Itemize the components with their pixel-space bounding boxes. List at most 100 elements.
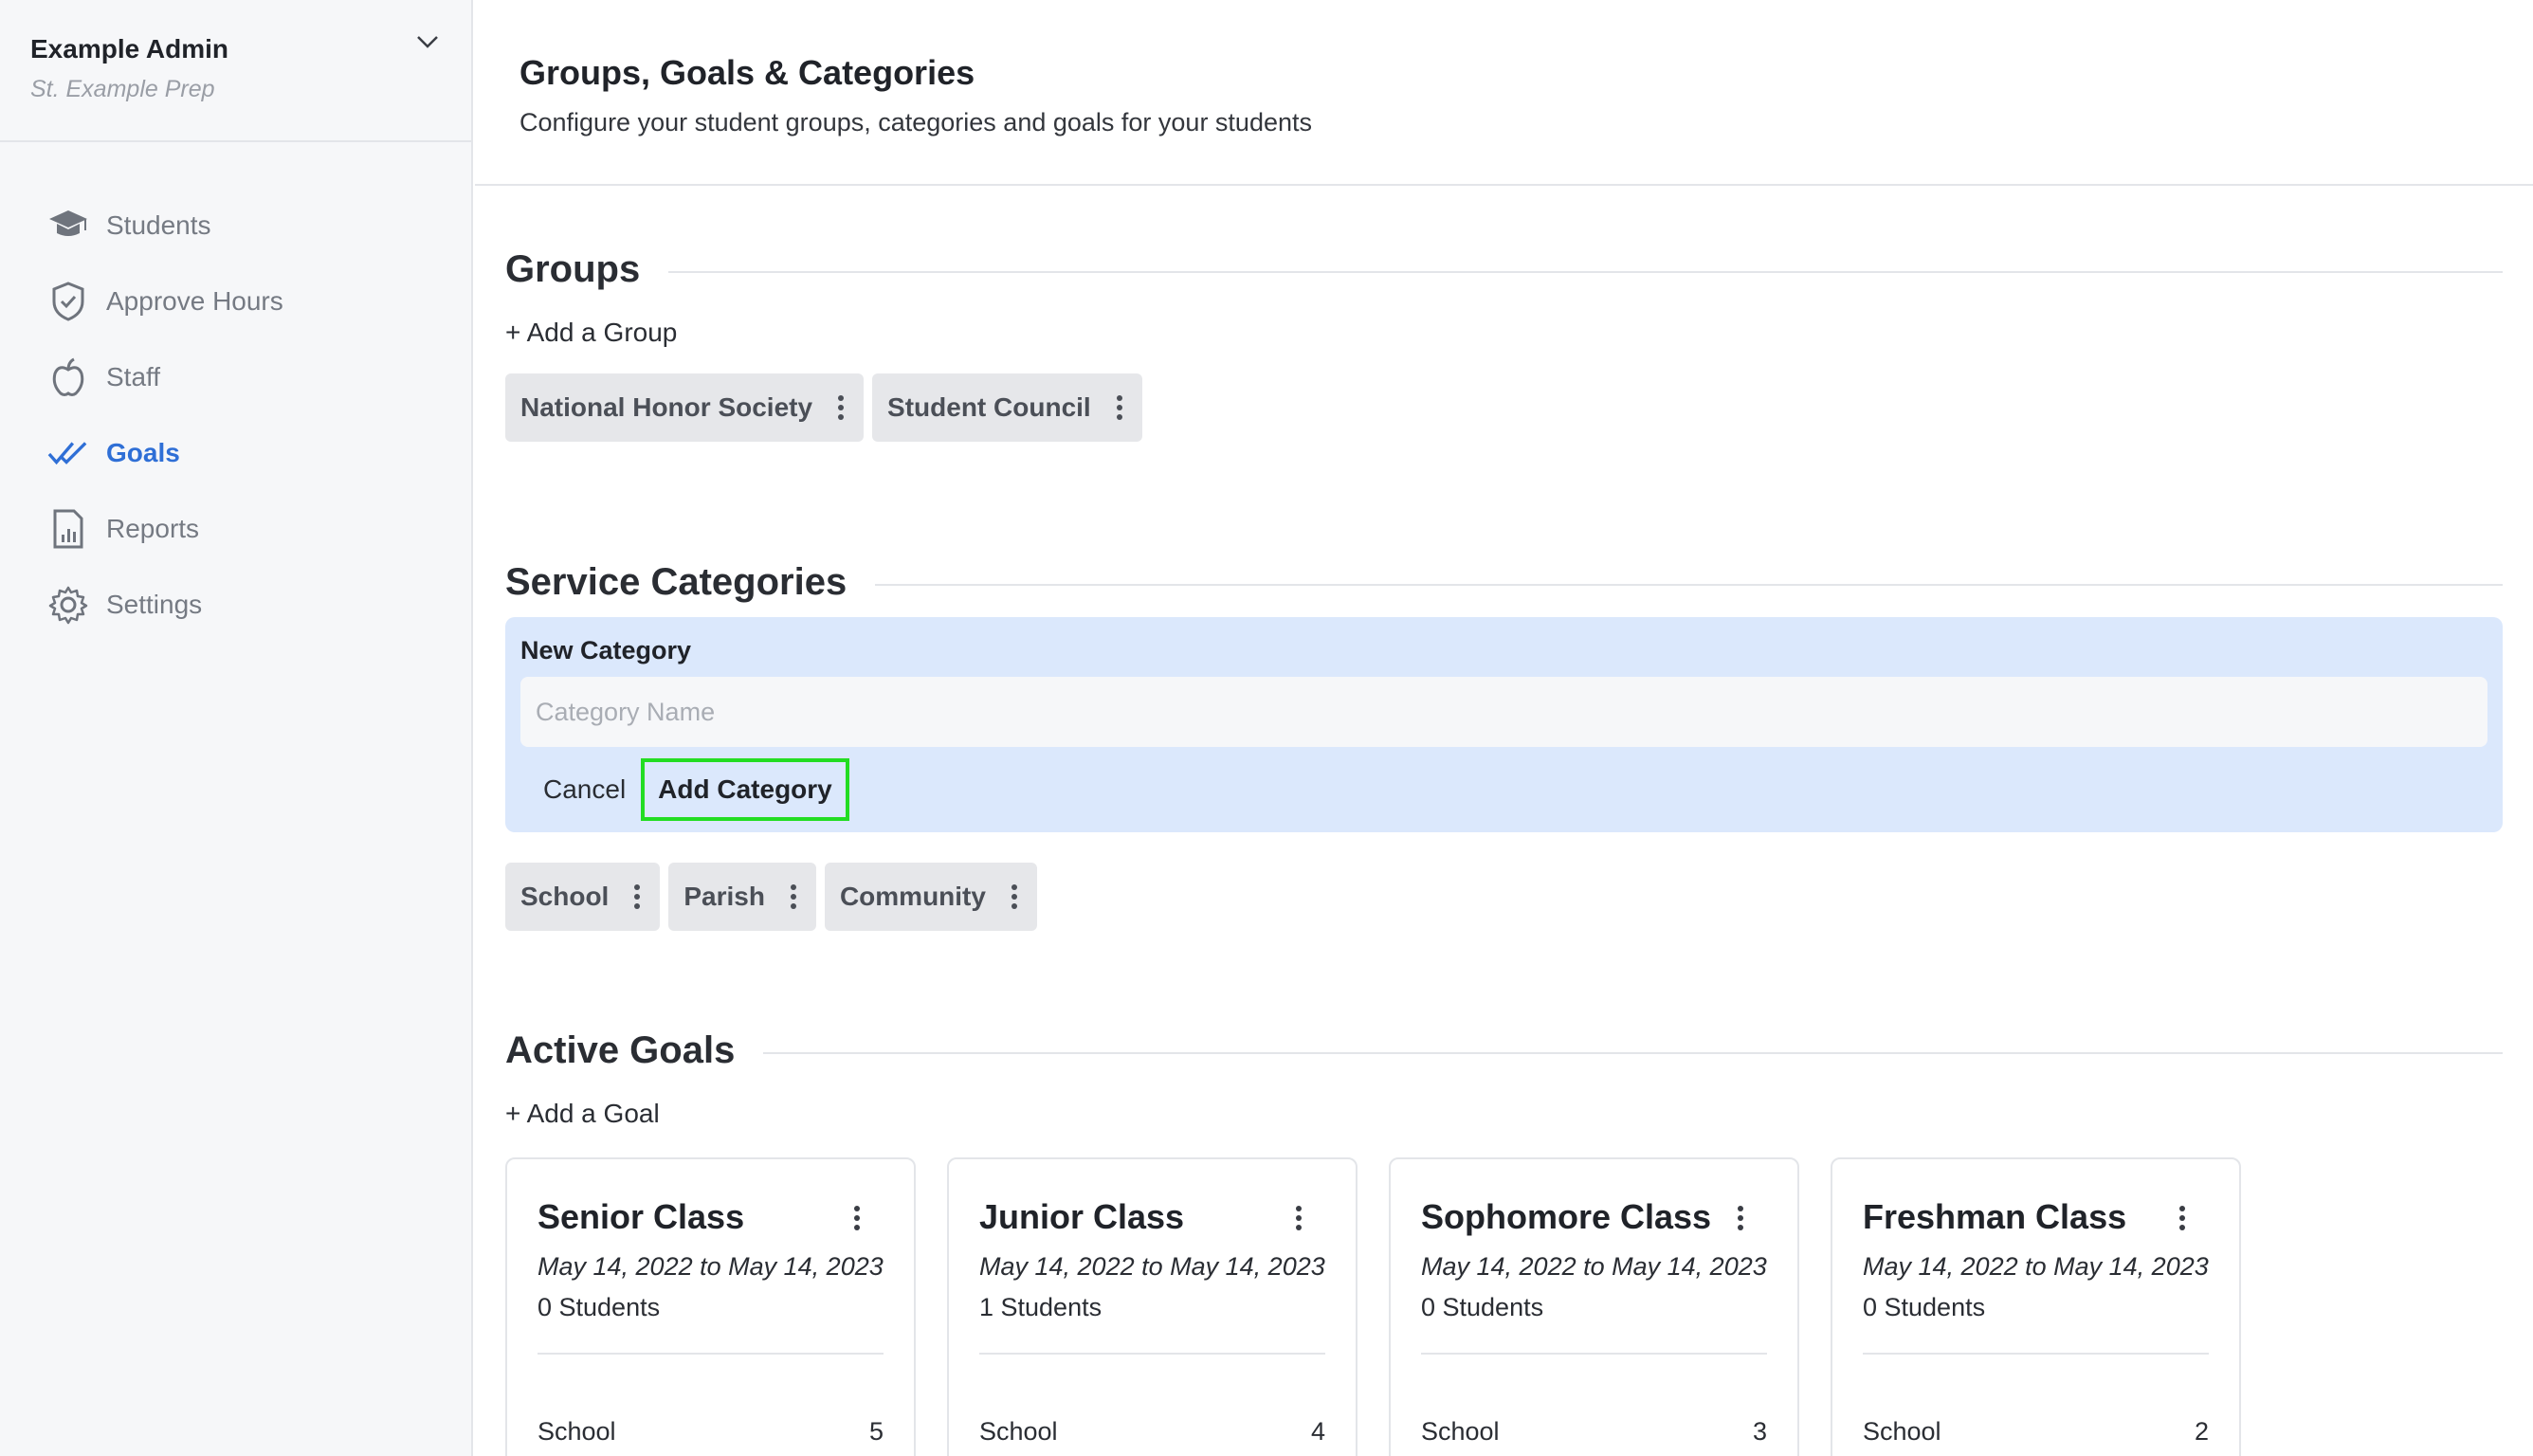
sidebar-item-label: Students xyxy=(106,210,211,240)
goal-dates: May 14, 2022 to May 14, 2023 xyxy=(1863,1252,2209,1281)
more-vertical-icon[interactable] xyxy=(1733,1203,1748,1233)
new-category-form: New Category Cancel Add Category xyxy=(505,617,2503,832)
more-vertical-icon[interactable] xyxy=(849,1203,865,1233)
divider xyxy=(875,583,2503,586)
page-subtitle: Configure your student groups, categorie… xyxy=(519,108,1312,136)
goal-title: Freshman Class xyxy=(1863,1197,2127,1236)
form-actions: Cancel Add Category xyxy=(520,758,2487,821)
groups-section: Groups + Add a Group National Honor Soci… xyxy=(505,248,2503,442)
goal-dates: May 14, 2022 to May 14, 2023 xyxy=(1421,1252,1767,1281)
goal-category-label: School xyxy=(1421,1417,1500,1446)
chip-label: Parish xyxy=(683,882,765,911)
more-vertical-icon[interactable] xyxy=(833,392,848,423)
goal-card[interactable]: Senior Class May 14, 2022 to May 14, 202… xyxy=(505,1157,916,1456)
sidebar-item-goals[interactable]: Goals xyxy=(0,415,471,491)
more-vertical-icon[interactable] xyxy=(1291,1203,1306,1233)
report-icon xyxy=(47,508,89,550)
page-title: Groups, Goals & Categories xyxy=(519,53,975,92)
section-header: Service Categories xyxy=(505,561,2503,604)
chip-label: Community xyxy=(839,882,986,911)
chip-label: National Honor Society xyxy=(520,392,813,422)
divider xyxy=(538,1353,884,1355)
goal-title: Sophomore Class xyxy=(1421,1197,1712,1236)
add-category-button[interactable]: Add Category xyxy=(641,758,849,821)
category-chips: School Parish Community xyxy=(505,863,2503,931)
page-header: Groups, Goals & Categories Configure you… xyxy=(475,0,2533,186)
goal-student-count: 0 Students xyxy=(1863,1293,1986,1321)
sidebar-item-label: Approve Hours xyxy=(106,286,283,316)
section-header: Active Goals xyxy=(505,1029,2503,1072)
goal-card[interactable]: Freshman Class May 14, 2022 to May 14, 2… xyxy=(1831,1157,2241,1456)
apple-icon xyxy=(47,356,89,398)
goal-student-count: 0 Students xyxy=(1421,1293,1544,1321)
chip-label: School xyxy=(520,882,610,911)
chip-label: Student Council xyxy=(887,392,1091,422)
goal-category-row: School 4 xyxy=(979,1417,1325,1447)
goal-category-row: School 3 xyxy=(1421,1417,1767,1447)
goal-category-label: School xyxy=(538,1417,616,1446)
categories-title: Service Categories xyxy=(505,561,847,603)
category-chip[interactable]: Parish xyxy=(668,863,816,931)
goal-category-value: 4 xyxy=(1310,1417,1325,1446)
sidebar: Example Admin St. Example Prep Students … xyxy=(0,0,473,1456)
goal-category-row: School 2 xyxy=(1863,1417,2209,1447)
sidebar-item-label: Goals xyxy=(106,438,180,467)
sidebar-item-settings[interactable]: Settings xyxy=(0,567,471,643)
more-vertical-icon[interactable] xyxy=(786,882,801,912)
main-content: Groups, Goals & Categories Configure you… xyxy=(475,0,2533,1456)
goal-title: Senior Class xyxy=(538,1197,745,1236)
sidebar-item-reports[interactable]: Reports xyxy=(0,491,471,567)
groups-title: Groups xyxy=(505,248,641,290)
group-chip[interactable]: Student Council xyxy=(872,373,1142,442)
sidebar-item-students[interactable]: Students xyxy=(0,188,471,264)
sidebar-item-label: Staff xyxy=(106,362,161,391)
more-vertical-icon[interactable] xyxy=(1112,392,1127,423)
account-school: St. Example Prep xyxy=(30,76,215,102)
add-goal-link[interactable]: + Add a Goal xyxy=(505,1099,660,1129)
goal-dates: May 14, 2022 to May 14, 2023 xyxy=(979,1252,1325,1281)
sidebar-item-staff[interactable]: Staff xyxy=(0,339,471,415)
goal-card[interactable]: Sophomore Class May 14, 2022 to May 14, … xyxy=(1389,1157,1799,1456)
cancel-button[interactable]: Cancel xyxy=(528,759,641,820)
more-vertical-icon[interactable] xyxy=(1007,882,1022,912)
goal-category-label: School xyxy=(979,1417,1058,1446)
group-chips: National Honor Society Student Council xyxy=(505,373,2503,442)
category-chip[interactable]: School xyxy=(505,863,661,931)
sidebar-item-label: Settings xyxy=(106,590,203,619)
sidebar-nav: Students Approve Hours Staff Goals Repor… xyxy=(0,142,471,643)
shield-check-icon xyxy=(47,281,89,322)
goal-student-count: 1 Students xyxy=(979,1293,1102,1321)
divider xyxy=(763,1051,2503,1054)
account-switcher[interactable]: Example Admin St. Example Prep xyxy=(0,0,471,142)
goal-category-value: 2 xyxy=(2194,1417,2209,1446)
divider xyxy=(1421,1353,1767,1355)
categories-section: Service Categories New Category Cancel A… xyxy=(505,561,2503,931)
category-name-input[interactable] xyxy=(520,677,2487,747)
account-name: Example Admin xyxy=(30,34,229,64)
more-vertical-icon[interactable] xyxy=(629,882,645,912)
goals-section: Active Goals + Add a Goal Senior Class M… xyxy=(505,1029,2503,1456)
gear-icon xyxy=(47,584,89,626)
goal-category-label: School xyxy=(1863,1417,1941,1446)
goal-category-row: School 5 xyxy=(538,1417,884,1447)
goal-card[interactable]: Junior Class May 14, 2022 to May 14, 202… xyxy=(947,1157,1358,1456)
goal-category-value: 3 xyxy=(1752,1417,1767,1446)
group-chip[interactable]: National Honor Society xyxy=(505,373,865,442)
double-check-icon xyxy=(47,432,89,474)
goals-title: Active Goals xyxy=(505,1029,736,1071)
goal-dates: May 14, 2022 to May 14, 2023 xyxy=(538,1252,884,1281)
sidebar-item-approve-hours[interactable]: Approve Hours xyxy=(0,264,471,339)
goal-title: Junior Class xyxy=(979,1197,1185,1236)
section-header: Groups xyxy=(505,248,2503,291)
graduation-cap-icon xyxy=(47,205,89,246)
goal-student-count: 0 Students xyxy=(538,1293,661,1321)
divider xyxy=(668,270,2503,273)
more-vertical-icon[interactable] xyxy=(2175,1203,2190,1233)
new-category-label: New Category xyxy=(520,636,692,664)
add-group-link[interactable]: + Add a Group xyxy=(505,318,677,348)
chevron-down-icon[interactable] xyxy=(414,28,441,55)
goal-cards: Senior Class May 14, 2022 to May 14, 202… xyxy=(505,1157,2503,1456)
sidebar-item-label: Reports xyxy=(106,514,200,543)
category-chip[interactable]: Community xyxy=(824,863,1037,931)
goal-category-value: 5 xyxy=(868,1417,884,1446)
